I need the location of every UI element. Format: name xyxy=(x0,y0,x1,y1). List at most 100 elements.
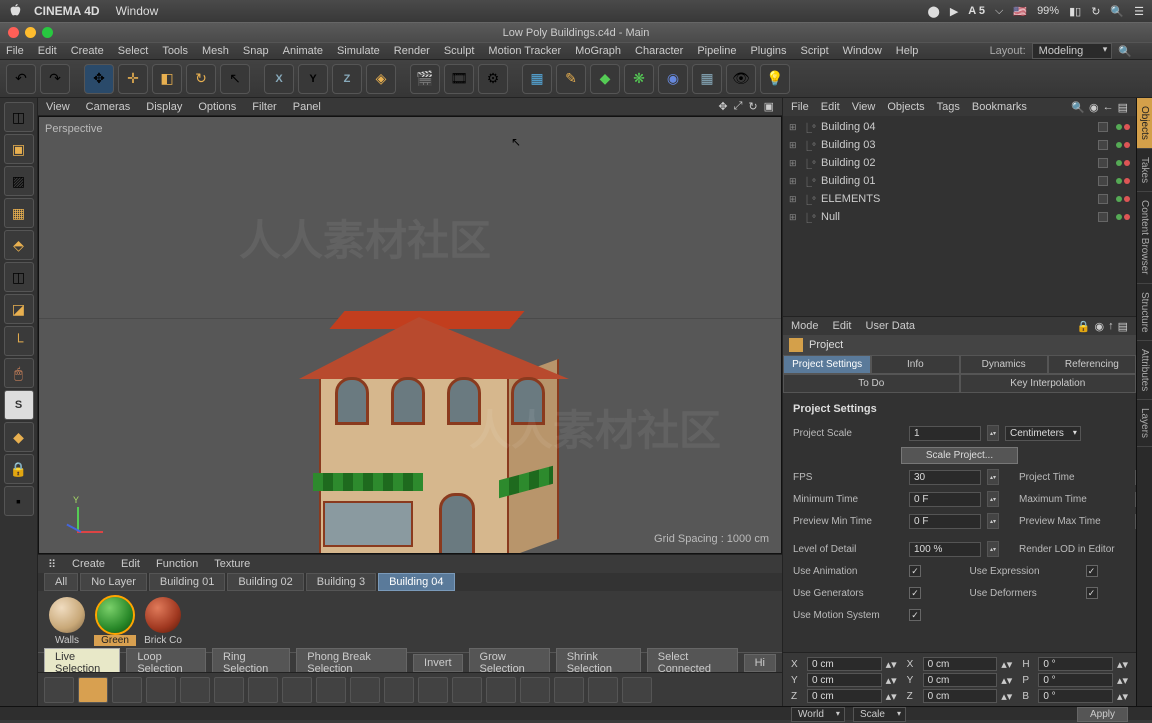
chk-use-expression[interactable]: ✓ xyxy=(1086,565,1098,577)
expand-icon[interactable]: ⊞ xyxy=(789,140,801,151)
expand-icon[interactable]: ⊞ xyxy=(789,122,801,133)
move-tool[interactable]: ✛ xyxy=(118,64,148,94)
mat-menu-function[interactable]: Function xyxy=(156,558,198,570)
vp-menu-panel[interactable]: Panel xyxy=(293,101,321,113)
menu-render[interactable]: Render xyxy=(394,45,430,57)
bt-4[interactable] xyxy=(146,677,176,703)
object-elements[interactable]: ⊞⎿°ELEMENTS xyxy=(789,190,1130,208)
bt-10[interactable] xyxy=(350,677,380,703)
menu-simulate[interactable]: Simulate xyxy=(337,45,380,57)
axis-mode[interactable]: └ xyxy=(4,326,34,356)
side-tab-takes[interactable]: Takes xyxy=(1137,149,1152,192)
bt-1[interactable] xyxy=(44,677,74,703)
layer-chk[interactable] xyxy=(1098,176,1108,186)
bt-9[interactable] xyxy=(316,677,346,703)
close-window-button[interactable] xyxy=(8,27,19,38)
bt-11[interactable] xyxy=(384,677,414,703)
om-menu-tags[interactable]: Tags xyxy=(937,101,960,113)
spinner[interactable]: ▴▾ xyxy=(1001,690,1012,702)
menu-animate[interactable]: Animate xyxy=(283,45,323,57)
visibility-dots[interactable] xyxy=(1116,124,1130,130)
menu-motion-tracker[interactable]: Motion Tracker xyxy=(488,45,561,57)
object-building-02[interactable]: ⊞⎿°Building 02 xyxy=(789,154,1130,172)
vp-menu-view[interactable]: View xyxy=(46,101,70,113)
mat-tab-building-04[interactable]: Building 04 xyxy=(378,573,454,591)
make-editable[interactable]: ◫ xyxy=(4,102,34,132)
tweak-mode[interactable]: 🖱 xyxy=(4,358,34,388)
mac-menu-window[interactable]: Window xyxy=(116,4,159,18)
undo-button[interactable]: ↶ xyxy=(6,64,36,94)
layer-chk[interactable] xyxy=(1098,140,1108,150)
visibility-dots[interactable] xyxy=(1116,160,1130,166)
coord-scale-select[interactable]: Scale xyxy=(853,707,906,722)
lock-icon[interactable]: 🔒 xyxy=(4,454,34,484)
vp-nav-icon[interactable]: ✥ xyxy=(718,100,727,113)
viewport-solo[interactable]: ▪ xyxy=(4,486,34,516)
bt-16[interactable] xyxy=(554,677,584,703)
bt-5[interactable] xyxy=(180,677,210,703)
chk-use-motion-system[interactable]: ✓ xyxy=(909,609,921,621)
menu-sculpt[interactable]: Sculpt xyxy=(444,45,475,57)
scale-tool[interactable]: ◧ xyxy=(152,64,182,94)
render-pv[interactable]: 🎞 xyxy=(444,64,474,94)
vp-zoom-icon[interactable]: ⤢ xyxy=(734,100,743,113)
project-scale-spinner[interactable]: ▴▾ xyxy=(987,425,999,441)
point-mode[interactable]: ⬘ xyxy=(4,230,34,260)
layer-chk[interactable] xyxy=(1098,158,1108,168)
chk-use-generators[interactable]: ✓ xyxy=(909,587,921,599)
menu-tools[interactable]: Tools xyxy=(162,45,188,57)
bt-2[interactable] xyxy=(78,677,108,703)
vp-menu-display[interactable]: Display xyxy=(146,101,182,113)
polygon-mode[interactable]: ◪ xyxy=(4,294,34,324)
menu-character[interactable]: Character xyxy=(635,45,683,57)
side-tab-content-browser[interactable]: Content Browser xyxy=(1137,192,1152,283)
texture-mode[interactable]: ▨ xyxy=(4,166,34,196)
mat-menu-create[interactable]: Create xyxy=(72,558,105,570)
add-camera[interactable]: 👁 xyxy=(726,64,756,94)
workplane[interactable]: ◆ xyxy=(4,422,34,452)
spinner[interactable]: ▴▾ xyxy=(1117,658,1128,670)
om-menu-edit[interactable]: Edit xyxy=(821,101,840,113)
sel-hi[interactable]: Hi xyxy=(744,654,776,672)
bt-6[interactable] xyxy=(214,677,244,703)
bt-18[interactable] xyxy=(622,677,652,703)
layer-chk[interactable] xyxy=(1098,194,1108,204)
project-scale-input[interactable]: 1 xyxy=(909,426,981,441)
add-light[interactable]: 💡 xyxy=(760,64,790,94)
attr-new-icon[interactable]: ▤ xyxy=(1118,320,1128,333)
mat-tab-building-3[interactable]: Building 3 xyxy=(306,573,376,591)
attr-tab-dynamics[interactable]: Dynamics xyxy=(960,355,1048,374)
attr-tab-key-interpolation[interactable]: Key Interpolation xyxy=(960,374,1137,393)
object-building-04[interactable]: ⊞⎿°Building 04 xyxy=(789,118,1130,136)
spinner[interactable]: ▴▾ xyxy=(987,513,999,529)
vp-menu-filter[interactable]: Filter xyxy=(252,101,276,113)
attr-tab-referencing[interactable]: Referencing xyxy=(1048,355,1136,374)
om-menu-file[interactable]: File xyxy=(791,101,809,113)
coord-X-value[interactable]: 0 cm xyxy=(807,657,882,671)
select-tool[interactable]: ✥ xyxy=(84,64,114,94)
coord-P-value[interactable]: 0 ° xyxy=(1038,673,1113,687)
menu-file[interactable]: File xyxy=(6,45,24,57)
vp-menu-options[interactable]: Options xyxy=(198,101,236,113)
prop-minimum-time-input[interactable]: 0 F xyxy=(909,492,981,507)
mat-tab-building-02[interactable]: Building 02 xyxy=(227,573,303,591)
bt-14[interactable] xyxy=(486,677,516,703)
menu-edit[interactable]: Edit xyxy=(38,45,57,57)
attr-menu-mode[interactable]: Mode xyxy=(791,320,819,332)
coord-Y-value[interactable]: 0 cm xyxy=(807,673,882,687)
axis-y-toggle[interactable]: Y xyxy=(298,64,328,94)
expand-icon[interactable]: ⊞ xyxy=(789,176,801,187)
visibility-dots[interactable] xyxy=(1116,214,1130,220)
model-mode[interactable]: ▣ xyxy=(4,134,34,164)
om-filter-icon[interactable]: ← xyxy=(1103,101,1114,114)
chk-use-deformers[interactable]: ✓ xyxy=(1086,587,1098,599)
attr-tab-info[interactable]: Info xyxy=(871,355,959,374)
mat-menu-edit[interactable]: Edit xyxy=(121,558,140,570)
bt-17[interactable] xyxy=(588,677,618,703)
bt-13[interactable] xyxy=(452,677,482,703)
om-menu-bookmarks[interactable]: Bookmarks xyxy=(972,101,1027,113)
menu-mesh[interactable]: Mesh xyxy=(202,45,229,57)
om-menu-view[interactable]: View xyxy=(852,101,876,113)
bt-15[interactable] xyxy=(520,677,550,703)
layer-chk[interactable] xyxy=(1098,212,1108,222)
